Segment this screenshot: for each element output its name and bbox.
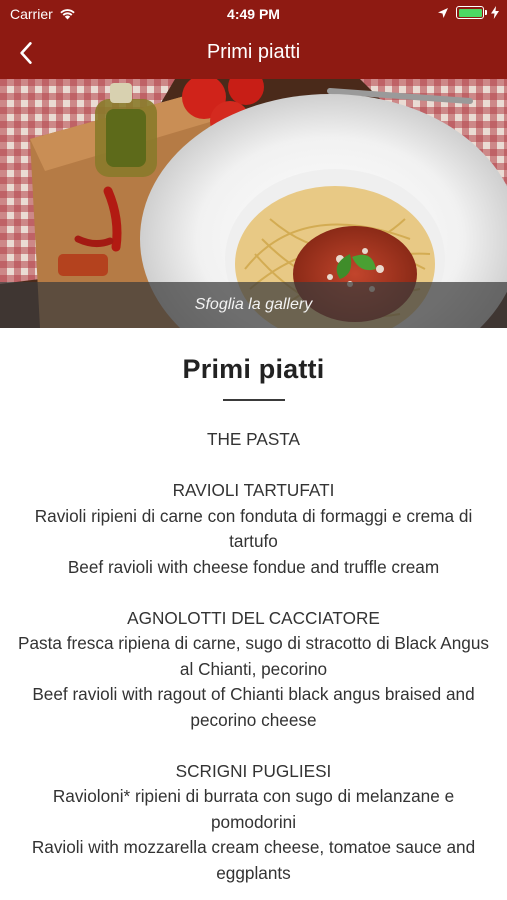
hero-gallery[interactable]: Sfoglia la gallery (0, 79, 507, 328)
battery-level (458, 8, 482, 17)
gallery-button[interactable]: Sfoglia la gallery (0, 282, 507, 328)
location-arrow-icon (438, 7, 448, 18)
battery-icon (456, 6, 487, 19)
dish-description-it: Ravioli ripieni di carne con fonduta di … (34, 505, 473, 552)
menu-item: RAVIOLI TARTUFATI Ravioli ripieni di car… (0, 478, 507, 580)
clock: 4:49 PM (227, 6, 280, 22)
dish-description-it: Ravioloni* ripieni di burrata con sugo d… (52, 786, 455, 832)
menu-content: Primi piatti THE PASTA RAVIOLI TARTUFATI… (0, 328, 507, 900)
menu-item: AGNOLOTTI DEL CACCIATORE Pasta fresca ri… (0, 606, 507, 734)
dish-description-en: Ravioli with mozzarella cream cheese, to… (31, 837, 476, 883)
dish-description-en: Beef ravioli with cheese fondue and truf… (67, 556, 440, 577)
menu-list: THE PASTA RAVIOLI TARTUFATI Ravioli ripi… (0, 427, 507, 886)
page-heading: Primi piatti (182, 354, 325, 384)
app-screen: Carrier 4:49 PM Primi piatti Sfoglia la … (0, 0, 507, 900)
section-title: THE PASTA (207, 429, 300, 449)
dish-name: RAVIOLI TARTUFATI (172, 480, 335, 500)
navigation-bar: Primi piatti (0, 28, 507, 79)
dish-name: AGNOLOTTI DEL CACCIATORE (127, 607, 380, 628)
menu-item: SCRIGNI PUGLIESI Ravioloni* ripieni di b… (0, 759, 507, 887)
charging-bolt-icon (491, 6, 499, 19)
gallery-label: Sfoglia la gallery (194, 296, 313, 313)
dish-name: SCRIGNI PUGLIESI (175, 760, 332, 781)
status-right-group (437, 6, 499, 19)
dish-description-en: Beef ravioli with ragout of Chianti blac… (32, 684, 475, 730)
dish-description-it: Pasta fresca ripiena di carne, sugo di s… (17, 633, 489, 679)
heading-divider (222, 399, 285, 401)
top-bar: Carrier 4:49 PM Primi piatti (0, 0, 507, 79)
status-bar: Carrier 4:49 PM (0, 0, 507, 28)
nav-title: Primi piatti (206, 41, 301, 63)
